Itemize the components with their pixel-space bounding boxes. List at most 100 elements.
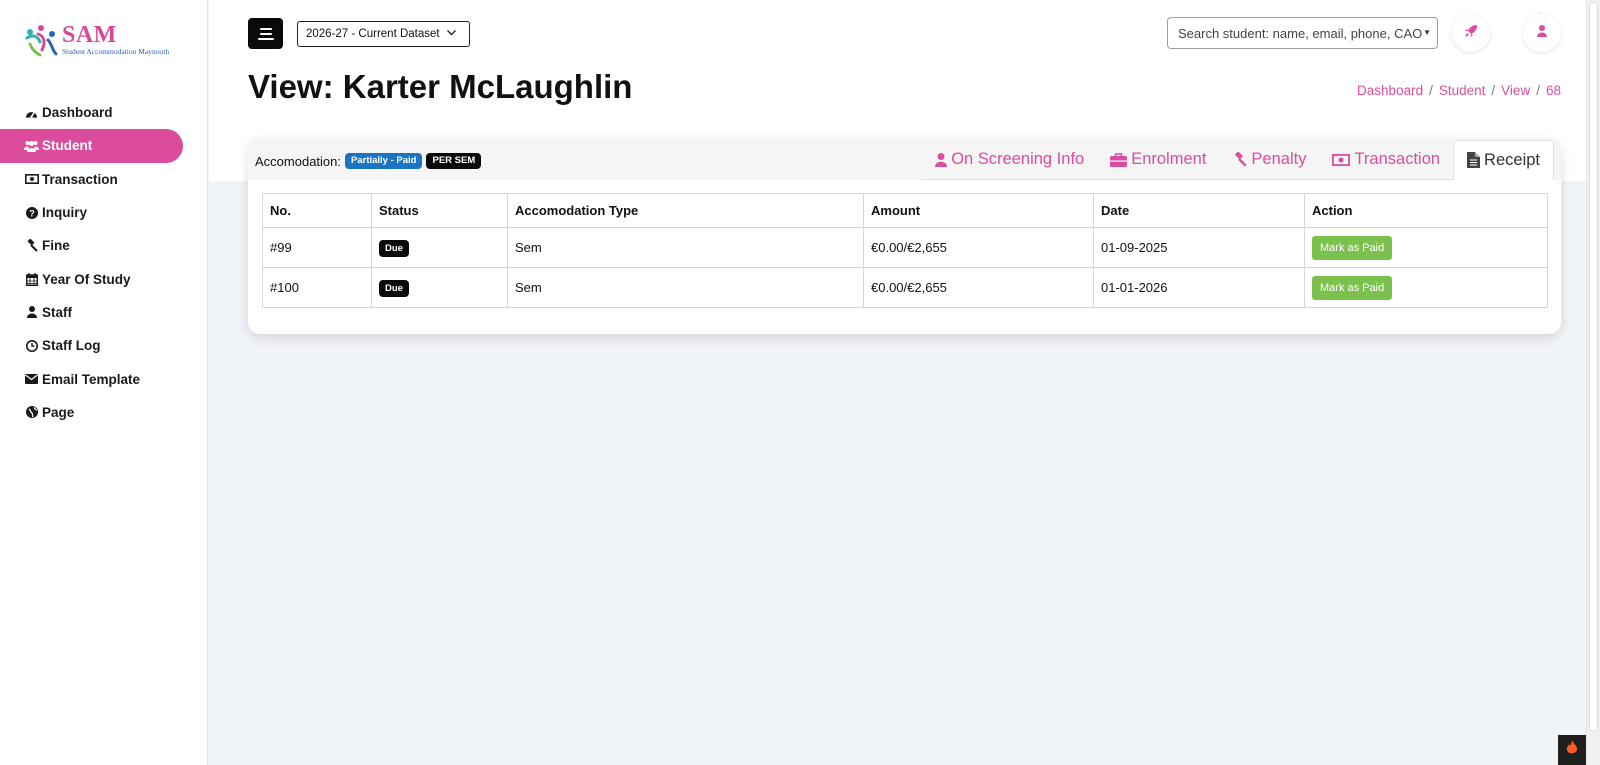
sidebar-item-transaction[interactable]: Transaction [0, 163, 207, 196]
sidebar-item-page[interactable]: Page [0, 396, 207, 429]
money-icon [1332, 153, 1351, 166]
dataset-select[interactable]: 2026-27 - Current Dataset [297, 21, 470, 47]
user-menu-button[interactable] [1523, 14, 1561, 52]
card-tabs: On Screening Info Enrolment Penalty Tran… [922, 140, 1554, 180]
accommodation-status: Accomodation: Partially - Paid PER SEM [255, 153, 482, 169]
status-badge: Due [379, 279, 409, 297]
tab-on-screening-info[interactable]: On Screening Info [922, 140, 1097, 179]
cell-amount: €0.00/€2,655 [863, 267, 1094, 308]
logo-mark-icon [24, 22, 60, 58]
svg-text:?: ? [29, 208, 35, 218]
column-header-accommodation-type: Accomodation Type [507, 193, 864, 228]
sidebar-item-staff[interactable]: Staff [0, 296, 207, 329]
accommodation-label: Accomodation: [255, 153, 341, 169]
tab-label: Transaction [1354, 150, 1441, 168]
rocket-icon [1464, 24, 1478, 43]
sidebar-item-staff-log[interactable]: Staff Log [0, 329, 207, 362]
breadcrumb-view[interactable]: View [1501, 83, 1530, 98]
tab-label: On Screening Info [951, 150, 1085, 168]
globe-icon [24, 405, 39, 419]
menu-toggle-button[interactable] [248, 18, 283, 49]
cell-type: Sem [507, 267, 864, 308]
caret-down-icon: ▼ [1423, 28, 1431, 37]
sidebar-item-label: Staff [42, 304, 72, 320]
payment-status-badge: Partially - Paid [345, 153, 423, 169]
user-icon [24, 305, 39, 319]
question-icon: ? [24, 206, 39, 220]
cell-date: 01-01-2026 [1093, 267, 1305, 308]
money-icon [24, 172, 39, 186]
envelope-icon [24, 372, 39, 386]
cell-no: #100 [262, 267, 372, 308]
cell-amount: €0.00/€2,655 [863, 227, 1094, 268]
receipt-table: No. Status Accomodation Type Amount Date… [262, 193, 1548, 308]
file-icon [1467, 152, 1481, 168]
mark-as-paid-button[interactable]: Mark as Paid [1312, 275, 1393, 300]
scrollbar-thumb[interactable] [1589, 2, 1598, 732]
sidebar-nav: Dashboard Student Transaction ? Inquiry … [0, 96, 207, 429]
sidebar-item-label: Email Template [42, 371, 141, 387]
payment-plan-badge: PER SEM [426, 153, 482, 169]
logo-title: SAM [62, 22, 117, 48]
student-search-select[interactable]: Search student: name, email, phone, CAO … [1167, 17, 1438, 49]
dashboard-icon [24, 106, 39, 120]
tab-penalty[interactable]: Penalty [1219, 140, 1319, 179]
cell-type: Sem [507, 227, 864, 268]
user-icon [935, 152, 948, 167]
logo[interactable]: SAM Student Accommodation Maynooth [24, 22, 194, 62]
quick-launch-button[interactable] [1452, 14, 1490, 52]
users-icon [24, 139, 39, 153]
breadcrumb-dashboard[interactable]: Dashboard [1357, 83, 1423, 98]
breadcrumb-student[interactable]: Student [1439, 83, 1486, 98]
tab-receipt[interactable]: Receipt [1453, 140, 1554, 180]
sidebar-item-label: Year Of Study [42, 271, 131, 287]
student-card: Accomodation: Partially - Paid PER SEM O… [248, 138, 1561, 334]
sidebar-item-email-template[interactable]: Email Template [0, 362, 207, 395]
sidebar-item-label: Staff Log [42, 338, 101, 354]
logo-subtitle: Student Accommodation Maynooth [62, 47, 170, 56]
sidebar-item-label: Transaction [42, 171, 118, 187]
clock-icon [24, 339, 39, 353]
cell-no: #99 [262, 227, 372, 268]
table-header-row: No. Status Accomodation Type Amount Date… [262, 193, 1548, 228]
flame-icon [1566, 740, 1578, 760]
sidebar-item-label: Page [42, 404, 75, 420]
devtools-widget[interactable] [1558, 735, 1586, 765]
sidebar-item-fine[interactable]: Fine [0, 229, 207, 262]
sidebar-item-label: Inquiry [42, 205, 88, 221]
tab-label: Enrolment [1131, 150, 1207, 168]
sidebar-item-inquiry[interactable]: ? Inquiry [0, 196, 207, 229]
sidebar-item-label: Fine [42, 238, 70, 254]
sidebar-item-student[interactable]: Student [0, 129, 183, 163]
gavel-icon [24, 239, 39, 253]
gavel-icon [1232, 152, 1248, 167]
column-header-amount: Amount [863, 193, 1094, 228]
chevron-down-icon [446, 27, 457, 41]
breadcrumb-id: 68 [1545, 83, 1561, 98]
search-placeholder: Search student: name, email, phone, CAO [1178, 25, 1423, 41]
briefcase-icon [1110, 152, 1128, 167]
tab-enrolment[interactable]: Enrolment [1097, 140, 1219, 179]
tab-label: Receipt [1484, 150, 1540, 169]
sidebar-item-year-of-study[interactable]: Year Of Study [0, 262, 207, 295]
table-row: #100 Due Sem €0.00/€2,655 01-01-2026 Mar… [262, 267, 1548, 308]
page-title: View: Karter McLaughlin [248, 68, 633, 105]
sidebar: SAM Student Accommodation Maynooth Dashb… [0, 0, 208, 765]
breadcrumb: Dashboard / Student / View/68 [1357, 83, 1561, 98]
cell-date: 01-09-2025 [1093, 227, 1305, 268]
status-badge: Due [379, 239, 409, 257]
user-icon [1537, 24, 1547, 42]
table-row: #99 Due Sem €0.00/€2,655 01-09-2025 Mark… [262, 227, 1548, 268]
sidebar-item-label: Dashboard [42, 105, 113, 121]
column-header-action: Action [1304, 193, 1548, 228]
column-header-no: No. [262, 193, 372, 228]
tab-transaction[interactable]: Transaction [1319, 140, 1453, 179]
card-header: Accomodation: Partially - Paid PER SEM O… [248, 138, 1561, 180]
calendar-icon [24, 272, 39, 286]
sidebar-item-dashboard[interactable]: Dashboard [0, 96, 207, 129]
page-scrollbar[interactable] [1586, 0, 1600, 765]
mark-as-paid-button[interactable]: Mark as Paid [1312, 235, 1393, 260]
hamburger-icon [259, 27, 272, 30]
tab-label: Penalty [1251, 150, 1307, 168]
column-header-status: Status [371, 193, 508, 228]
